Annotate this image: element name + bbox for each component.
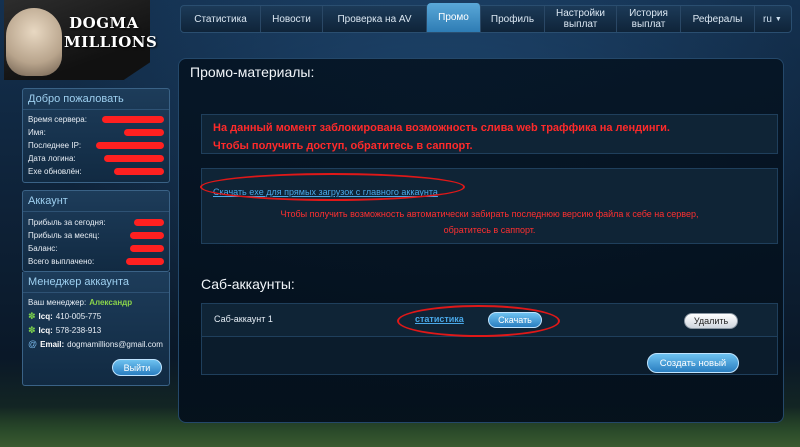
row-label: Имя: <box>28 128 46 137</box>
redacted-value <box>102 116 164 123</box>
email-line: @ Email: dogmamillions@gmail.com <box>23 337 169 351</box>
profit-month-row: Прибыль за месяц: <box>23 229 169 242</box>
account-panel: Аккаунт Прибыль за сегодня: Прибыль за м… <box>22 190 170 272</box>
nav-item-referrals[interactable]: Рефералы <box>681 6 755 32</box>
site-logo[interactable]: DOGMA MILLIONS <box>0 0 158 80</box>
manager-title: Менеджер аккаунта <box>23 272 169 293</box>
icq-line-1: ✽ Icq: 410-005-775 <box>23 309 169 323</box>
logo-line-2: MILLIONS <box>64 33 158 51</box>
profit-today-row: Прибыль за сегодня: <box>23 216 169 229</box>
logout-button[interactable]: Выйти <box>112 359 162 376</box>
subaccounts-footer: Создать новый <box>201 337 778 375</box>
last-ip-row: Последнее IP: <box>23 139 169 152</box>
account-title: Аккаунт <box>23 191 169 212</box>
nav-item-promo[interactable]: Промо <box>427 3 481 32</box>
row-label: Прибыль за месяц: <box>28 231 100 240</box>
download-exe-box: Скачать exe для прямых загрузок с главно… <box>201 168 778 202</box>
icq-flower-icon: ✽ <box>28 310 36 321</box>
subaccount-name: Саб-аккаунт 1 <box>214 314 273 324</box>
icq-flower-icon: ✽ <box>28 324 36 335</box>
language-label: ru <box>763 13 772 25</box>
email-at-icon: @ <box>28 339 38 349</box>
welcome-title: Добро пожаловать <box>23 89 169 110</box>
chevron-down-icon: ▼ <box>774 15 782 23</box>
server-time-row: Время сервера: <box>23 113 169 126</box>
auto-update-line-2: обратитесь в саппорт. <box>443 225 536 235</box>
row-label: Дата логина: <box>28 154 76 163</box>
auto-update-line-1: Чтобы получить возможность автоматически… <box>280 209 699 219</box>
nav-item-av-check[interactable]: Проверка на AV <box>323 6 427 32</box>
redacted-value <box>130 232 164 239</box>
redacted-value <box>130 245 164 252</box>
icq-label: Icq: <box>38 325 53 335</box>
manager-panel: Менеджер аккаунта Ваш менеджер: Александ… <box>22 272 170 386</box>
logo-line-1: DOGMA <box>69 14 139 32</box>
row-label: Баланс: <box>28 244 58 253</box>
logo-text: DOGMA MILLIONS <box>64 14 158 52</box>
manager-label: Ваш менеджер: <box>28 297 87 307</box>
icq-number-2: 578-238-913 <box>55 325 102 335</box>
manager-name-line: Ваш менеджер: Александр <box>23 295 169 309</box>
row-label: Exe обновлён: <box>28 167 82 176</box>
subaccount-stats-link[interactable]: статистика <box>415 314 464 324</box>
create-subaccount-button[interactable]: Создать новый <box>647 353 739 373</box>
icq-number-1: 410-005-775 <box>55 311 102 321</box>
zeus-mascot-image <box>6 8 62 76</box>
nav-item-payout-settings[interactable]: Настройки выплат <box>545 6 617 32</box>
redacted-value <box>96 142 164 149</box>
name-row: Имя: <box>23 126 169 139</box>
warning-line-1: На данный момент заблокирована возможнос… <box>213 122 670 134</box>
subaccount-delete-button[interactable]: Удалить <box>684 313 738 329</box>
blocked-traffic-warning: На данный момент заблокирована возможнос… <box>201 114 778 154</box>
top-navigation: Статистика Новости Проверка на AV Промо … <box>180 3 792 33</box>
nav-item-statistics[interactable]: Статистика <box>181 6 261 32</box>
nav-item-news[interactable]: Новости <box>261 6 323 32</box>
row-label: Всего выплачено: <box>28 257 95 266</box>
download-exe-link[interactable]: Скачать exe для прямых загрузок с главно… <box>213 187 438 197</box>
table-row: Саб-аккаунт 1 статистика Скачать Удалить <box>201 303 778 337</box>
row-label: Последнее IP: <box>28 141 82 150</box>
icq-label: Icq: <box>38 311 53 321</box>
warning-line-2: Чтобы получить доступ, обратитесь в сапп… <box>213 140 473 152</box>
welcome-panel: Добро пожаловать Время сервера: Имя: Пос… <box>22 88 170 183</box>
exe-updated-row: Exe обновлён: <box>23 165 169 178</box>
nav-item-profile[interactable]: Профиль <box>481 6 545 32</box>
redacted-value <box>104 155 164 162</box>
balance-row: Баланс: <box>23 242 169 255</box>
subaccounts-title: Саб-аккаунты: <box>201 276 295 292</box>
email-label: Email: <box>40 339 65 349</box>
promo-title: Промо-материалы: <box>190 64 315 80</box>
redacted-value <box>114 168 164 175</box>
total-paid-row: Всего выплачено: <box>23 255 169 268</box>
manager-name: Александр <box>89 297 133 307</box>
language-selector[interactable]: ru ▼ <box>755 6 790 32</box>
email-address: dogmamillions@gmail.com <box>67 339 163 349</box>
redacted-value <box>126 258 164 265</box>
redacted-value <box>124 129 164 136</box>
auto-update-notice: Чтобы получить возможность автоматически… <box>201 202 778 244</box>
subaccount-download-button[interactable]: Скачать <box>488 312 542 328</box>
nav-item-payout-history[interactable]: История выплат <box>617 6 681 32</box>
icq-line-2: ✽ Icq: 578-238-913 <box>23 323 169 337</box>
row-label: Время сервера: <box>28 115 87 124</box>
login-date-row: Дата логина: <box>23 152 169 165</box>
row-label: Прибыль за сегодня: <box>28 218 106 227</box>
redacted-value <box>134 219 164 226</box>
